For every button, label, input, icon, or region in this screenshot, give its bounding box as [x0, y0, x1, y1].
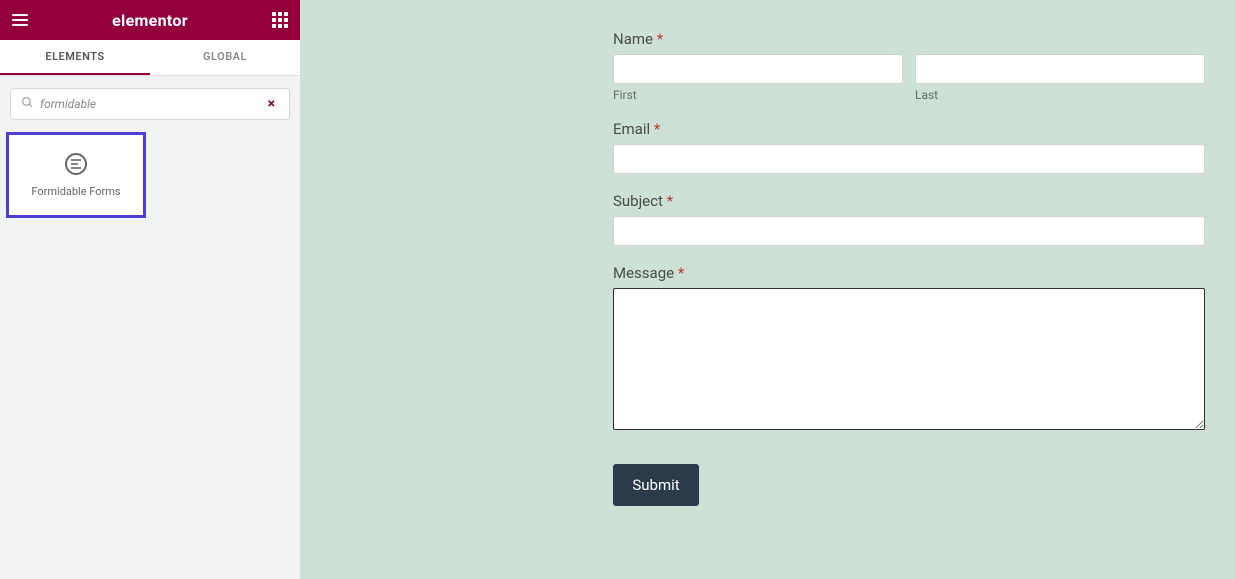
- search-input[interactable]: [40, 97, 264, 111]
- submit-button[interactable]: Submit: [613, 464, 699, 506]
- formidable-icon: [65, 153, 87, 175]
- required-mark: *: [654, 120, 660, 138]
- tab-global[interactable]: GLOBAL: [150, 40, 300, 75]
- field-name: Name * First Last: [613, 30, 1205, 102]
- panel-header: elementor: [0, 0, 300, 40]
- subject-input[interactable]: [613, 216, 1205, 246]
- tab-elements[interactable]: ELEMENTS: [0, 40, 150, 75]
- message-label: Message *: [613, 264, 1205, 282]
- widget-label: Formidable Forms: [31, 185, 120, 198]
- last-sublabel: Last: [915, 88, 1205, 102]
- widgets-list: Formidable Forms: [0, 132, 300, 218]
- search-container: ×: [0, 76, 300, 132]
- subject-label: Subject *: [613, 192, 1205, 210]
- required-mark: *: [678, 264, 684, 282]
- clear-search-icon[interactable]: ×: [264, 96, 279, 112]
- widget-formidable-forms[interactable]: Formidable Forms: [6, 132, 146, 218]
- search-icon: [21, 96, 34, 113]
- field-message: Message *: [613, 264, 1205, 434]
- last-name-input[interactable]: [915, 54, 1205, 84]
- editor-canvas: Name * First Last Email * S: [300, 0, 1235, 579]
- message-textarea[interactable]: [613, 288, 1205, 430]
- name-label: Name *: [613, 30, 1205, 48]
- first-name-input[interactable]: [613, 54, 903, 84]
- first-sublabel: First: [613, 88, 903, 102]
- menu-icon[interactable]: [12, 14, 28, 26]
- email-label: Email *: [613, 120, 1205, 138]
- required-mark: *: [657, 30, 663, 48]
- field-email: Email *: [613, 120, 1205, 174]
- email-input[interactable]: [613, 144, 1205, 174]
- required-mark: *: [667, 192, 673, 210]
- brand-logo: elementor: [112, 11, 188, 30]
- search-box: ×: [10, 88, 290, 120]
- field-subject: Subject *: [613, 192, 1205, 246]
- panel-tabs: ELEMENTS GLOBAL: [0, 40, 300, 76]
- apps-icon[interactable]: [272, 12, 288, 28]
- contact-form: Name * First Last Email * S: [613, 30, 1205, 506]
- elementor-panel: elementor ELEMENTS GLOBAL × Formidable F…: [0, 0, 300, 579]
